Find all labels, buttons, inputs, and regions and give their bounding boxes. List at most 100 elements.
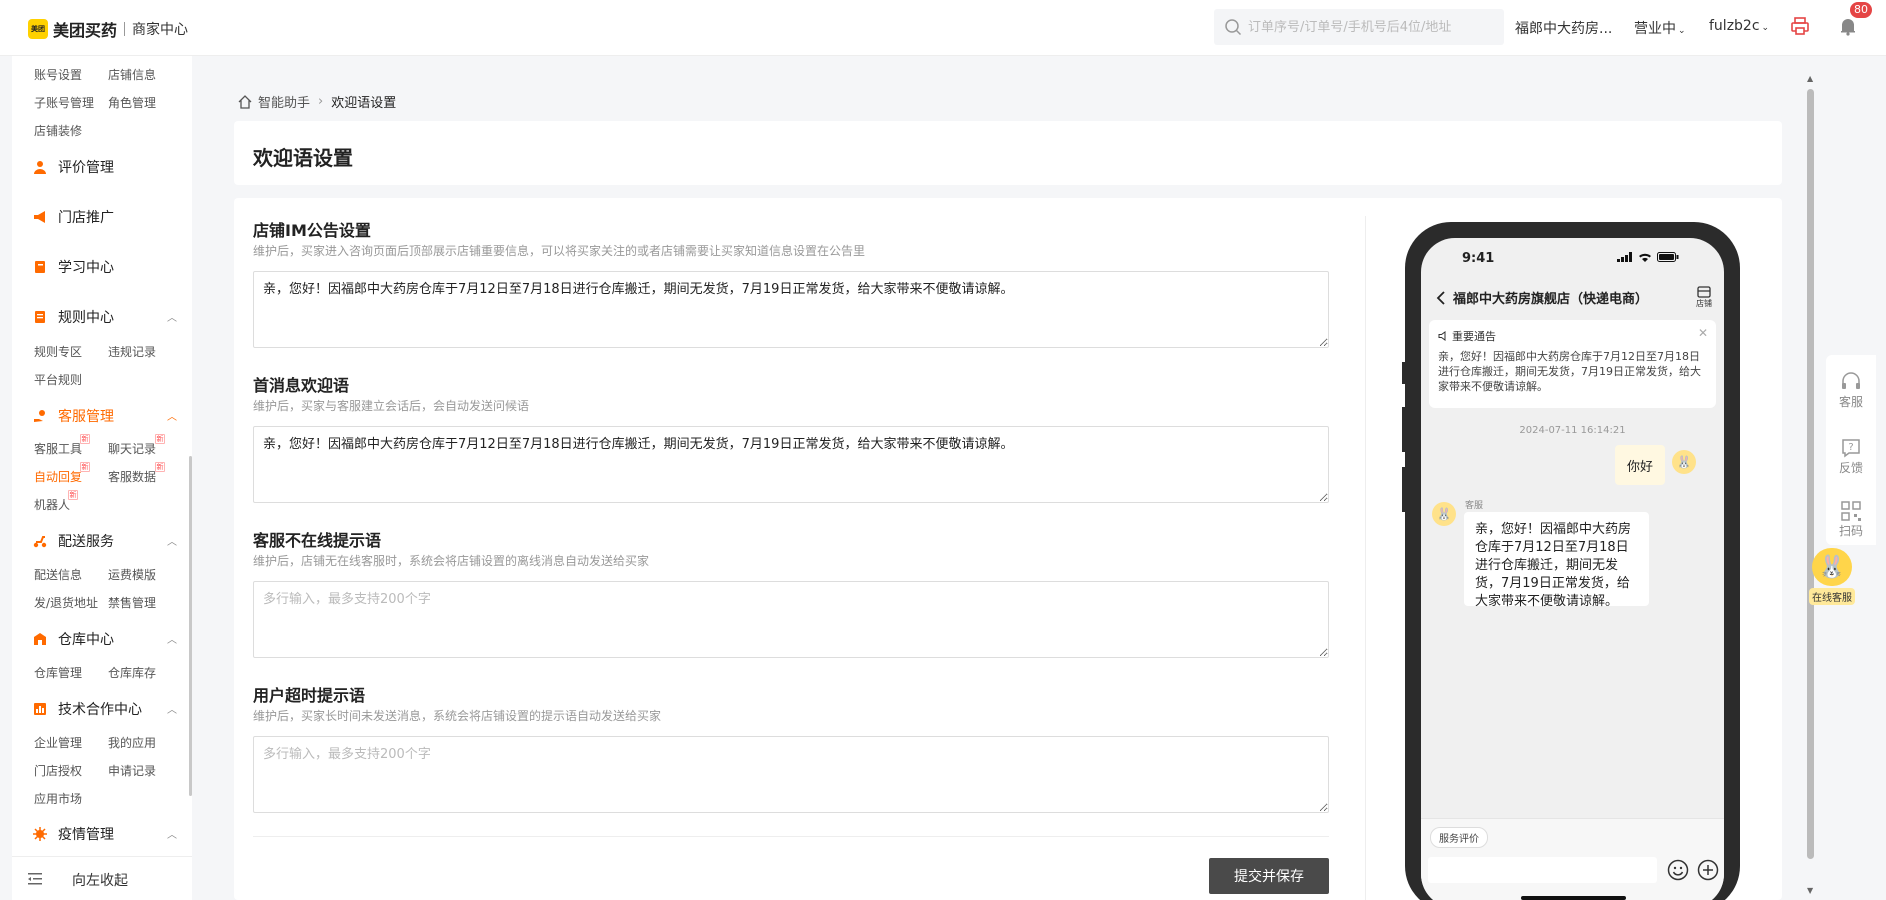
sidebar-item-enterprise[interactable]: 企业管理 bbox=[34, 734, 82, 751]
back-arrow-icon[interactable] bbox=[1435, 290, 1447, 305]
main-scrollbar-thumb[interactable] bbox=[1807, 89, 1814, 859]
page-title: 欢迎语设置 bbox=[253, 146, 353, 170]
sidebar-item-violations[interactable]: 违规记录 bbox=[108, 343, 156, 360]
phone-button bbox=[1402, 407, 1406, 452]
sidebar-item-cs-data[interactable]: 客服数据 bbox=[108, 468, 156, 485]
offline-textarea[interactable] bbox=[253, 581, 1329, 658]
preview-divider bbox=[1365, 216, 1366, 900]
chevron-up-icon[interactable]: ︿ bbox=[167, 533, 177, 548]
logo[interactable]: 美团 美团买药 商家中心 bbox=[28, 17, 188, 41]
sidebar-item-freight-template[interactable]: 运费模版 bbox=[108, 566, 156, 583]
sidebar-item-app-market[interactable]: 应用市场 bbox=[34, 790, 82, 807]
new-badge: 新 bbox=[80, 462, 90, 472]
sidebar-scrollbar-thumb[interactable] bbox=[189, 456, 192, 796]
sidebar-item-warehouse-stock[interactable]: 仓库库存 bbox=[108, 664, 156, 681]
sidebar-section-label: 疫情管理 bbox=[58, 827, 114, 843]
float-feedback-label: 反馈 bbox=[1838, 461, 1863, 475]
sidebar-section-promotion[interactable]: 门店推广 bbox=[32, 207, 114, 227]
store-selector[interactable]: 福郎中大药房... bbox=[1515, 18, 1612, 38]
qr-code-icon bbox=[1841, 501, 1861, 521]
mascot-icon: 🐰 bbox=[1436, 507, 1452, 521]
sidebar-item-ship-address[interactable]: 发/退货地址 bbox=[34, 594, 98, 611]
notice-textarea[interactable]: 亲，您好！因福郎中大药房仓库于7月12日至7月18日进行仓库搬迁，期间无发货，7… bbox=[253, 271, 1329, 348]
sidebar-section-epidemic[interactable]: 疫情管理 bbox=[32, 824, 114, 844]
user-avatar: 🐰 bbox=[1672, 450, 1696, 474]
float-scan-label: 扫码 bbox=[1838, 524, 1863, 538]
service-eval-button[interactable]: 服务评价 bbox=[1430, 827, 1488, 848]
chevron-up-icon[interactable]: ︿ bbox=[167, 631, 177, 646]
sidebar-item-roles[interactable]: 角色管理 bbox=[108, 94, 156, 111]
sidebar-section-label: 客服管理 bbox=[58, 409, 114, 425]
printer-icon[interactable] bbox=[1790, 16, 1810, 36]
business-status-dropdown[interactable]: 营业中 ⌄ bbox=[1634, 18, 1686, 38]
timeout-description: 维护后，买家长时间未发送消息，系统会将店铺设置的提示语自动发送给买家 bbox=[253, 709, 662, 723]
emoji-icon[interactable] bbox=[1667, 859, 1689, 881]
notification-badge: 80 bbox=[1850, 2, 1872, 18]
sidebar-section-tech[interactable]: 技术合作中心 bbox=[32, 699, 142, 719]
sidebar-item-platform-rules[interactable]: 平台规则 bbox=[34, 371, 82, 388]
virus-icon bbox=[32, 826, 48, 842]
sidebar-item-rules-zone[interactable]: 规则专区 bbox=[34, 343, 82, 360]
sidebar-scrollbar[interactable] bbox=[189, 56, 192, 900]
logo-text: 美团买药 bbox=[53, 21, 118, 40]
sidebar-item-my-apps[interactable]: 我的应用 bbox=[108, 734, 156, 751]
sidebar-item-store-decor[interactable]: 店铺装修 bbox=[34, 122, 82, 139]
scroll-up-arrow-icon[interactable]: ▲ bbox=[1807, 74, 1813, 83]
float-service-button[interactable]: 客服 bbox=[1826, 371, 1876, 410]
float-scan-button[interactable]: 扫码 bbox=[1826, 500, 1876, 539]
scroll-down-arrow-icon[interactable]: ▼ bbox=[1807, 886, 1813, 895]
search-box[interactable] bbox=[1214, 9, 1504, 45]
sidebar-collapse-button[interactable]: 向左收起 bbox=[12, 856, 192, 900]
chevron-up-icon[interactable]: ︿ bbox=[167, 408, 177, 423]
sidebar-item-cs-tools[interactable]: 客服工具 bbox=[34, 440, 82, 457]
sidebar-section-rules[interactable]: 规则中心 bbox=[32, 307, 114, 327]
plus-icon[interactable] bbox=[1697, 859, 1719, 881]
wifi-icon bbox=[1639, 253, 1651, 262]
submit-save-button[interactable]: 提交并保存 bbox=[1209, 858, 1329, 894]
notice-label: 店铺IM公告设置 bbox=[253, 221, 371, 240]
chevron-up-icon[interactable]: ︿ bbox=[167, 309, 177, 324]
announcement-title: 重要通告 bbox=[1452, 330, 1496, 343]
form-divider bbox=[253, 836, 1329, 837]
online-service-button[interactable]: 🐰 在线客服 bbox=[1806, 548, 1858, 608]
chevron-up-icon[interactable]: ︿ bbox=[167, 701, 177, 716]
chat-input[interactable] bbox=[1428, 857, 1657, 883]
user-menu[interactable]: fulzb2c ⌄ bbox=[1709, 18, 1769, 34]
sidebar-item-chat-history[interactable]: 聊天记录 bbox=[108, 440, 156, 457]
close-icon[interactable]: ✕ bbox=[1698, 326, 1708, 340]
store-icon-label: 店铺 bbox=[1696, 299, 1712, 308]
search-input[interactable] bbox=[1248, 19, 1498, 35]
phone-time: 9:41 bbox=[1462, 251, 1495, 266]
sidebar-section-learning[interactable]: 学习中心 bbox=[32, 257, 114, 277]
timeout-textarea[interactable] bbox=[253, 736, 1329, 813]
sidebar-item-auto-reply[interactable]: 自动回复 bbox=[34, 468, 82, 485]
breadcrumb-parent[interactable]: 智能助手 bbox=[258, 92, 310, 111]
store-link[interactable]: 店铺 bbox=[1696, 286, 1712, 309]
hand-heart-icon bbox=[32, 408, 48, 424]
sidebar-item-delivery-info[interactable]: 配送信息 bbox=[34, 566, 82, 583]
float-feedback-button[interactable]: ? 反馈 bbox=[1826, 437, 1876, 476]
chevron-up-icon[interactable]: ︿ bbox=[167, 826, 177, 841]
sidebar-item-warehouse-manage[interactable]: 仓库管理 bbox=[34, 664, 82, 681]
sidebar-section-customer-service[interactable]: 客服管理 bbox=[32, 406, 114, 426]
sidebar-item-robot[interactable]: 机器人 bbox=[34, 496, 70, 513]
main-scrollbar[interactable]: ▲ ▼ bbox=[1806, 74, 1816, 900]
chat-header: 福郎中大药房旗舰店（快递电商） bbox=[1435, 288, 1648, 307]
cs-avatar: 🐰 bbox=[1432, 502, 1456, 526]
sidebar-item-account-settings[interactable]: 账号设置 bbox=[34, 66, 82, 83]
home-icon[interactable] bbox=[238, 94, 252, 109]
online-service-label: 在线客服 bbox=[1809, 588, 1855, 605]
sidebar-item-store-auth[interactable]: 门店授权 bbox=[34, 762, 82, 779]
sidebar-section-warehouse[interactable]: 仓库中心 bbox=[32, 629, 114, 649]
sidebar-item-applications[interactable]: 申请记录 bbox=[108, 762, 156, 779]
sidebar-item-sales-ban[interactable]: 禁售管理 bbox=[108, 594, 156, 611]
bell-icon[interactable] bbox=[1838, 16, 1858, 36]
sidebar-section-label: 技术合作中心 bbox=[58, 702, 142, 718]
welcome-textarea[interactable]: 亲，您好！因福郎中大药房仓库于7月12日至7月18日进行仓库搬迁，期间无发货，7… bbox=[253, 426, 1329, 503]
sidebar-item-store-info[interactable]: 店铺信息 bbox=[108, 66, 156, 83]
speaker-icon bbox=[1438, 331, 1446, 341]
sidebar-section-evaluation[interactable]: 评价管理 bbox=[32, 157, 114, 177]
announcement-card: 重要通告 亲，您好！因福郎中大药房仓库于7月12日至7月18日进行仓库搬迁，期间… bbox=[1429, 320, 1716, 408]
sidebar-item-sub-accounts[interactable]: 子账号管理 bbox=[34, 94, 94, 111]
sidebar-section-delivery[interactable]: 配送服务 bbox=[32, 531, 114, 551]
